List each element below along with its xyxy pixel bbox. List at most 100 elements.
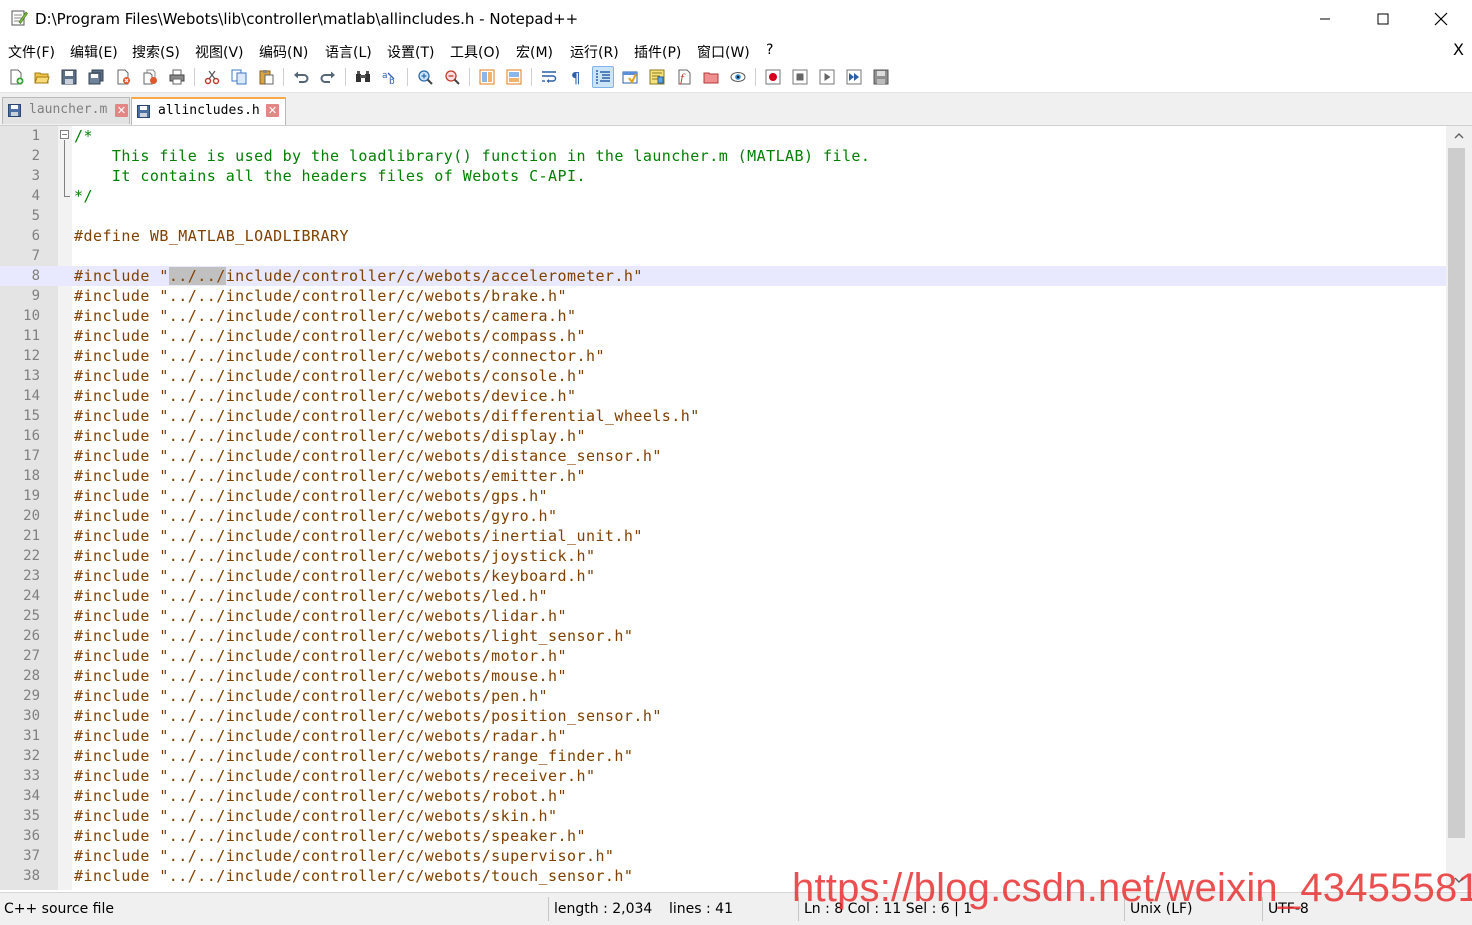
scrollbar-thumb[interactable]	[1448, 148, 1465, 838]
code-line[interactable]: 2 This file is used by the loadlibrary()…	[0, 146, 1446, 166]
undo-button[interactable]	[290, 66, 312, 88]
user-defined-language-button[interactable]	[619, 66, 641, 88]
code-line[interactable]: 9 #include "../../include/controller/c/we…	[0, 286, 1446, 306]
code-line[interactable]: 22 #include "../../include/controller/c/w…	[0, 546, 1446, 566]
function-list-button[interactable]: f	[673, 66, 695, 88]
save-button[interactable]	[58, 66, 80, 88]
folder-as-workspace-button[interactable]	[700, 66, 722, 88]
code-line[interactable]: 11 #include "../../include/controller/c/w…	[0, 326, 1446, 346]
code-line[interactable]: 14 #include "../../include/controller/c/w…	[0, 386, 1446, 406]
code-line[interactable]: 8 #include "../../include/controller/c/we…	[0, 266, 1446, 286]
code-line[interactable]: 24 #include "../../include/controller/c/w…	[0, 586, 1446, 606]
indent-guide-button[interactable]	[592, 66, 614, 88]
code-line[interactable]: 4 */	[0, 186, 1446, 206]
paste-button[interactable]	[255, 66, 277, 88]
code-line[interactable]: 36 #include "../../include/controller/c/w…	[0, 826, 1446, 846]
save-all-button[interactable]	[85, 66, 107, 88]
code-line[interactable]: 16 #include "../../include/controller/c/w…	[0, 426, 1446, 446]
menu-view[interactable]: 视图(V)	[195, 42, 244, 62]
code-editor[interactable]: 1/* 2 This file is used by the loadlibrar…	[0, 126, 1446, 890]
scroll-up-button[interactable]	[1446, 126, 1472, 146]
start-recording-button[interactable]	[762, 66, 784, 88]
word-wrap-button[interactable]	[538, 66, 560, 88]
window-close-button[interactable]	[1412, 0, 1470, 38]
close-button[interactable]	[112, 66, 134, 88]
menu-tools[interactable]: 工具(O)	[450, 42, 500, 62]
save-recorded-macro-button[interactable]	[870, 66, 892, 88]
code-line[interactable]: 1 /*	[0, 126, 1446, 146]
tab-close-icon[interactable]: ✕	[266, 104, 279, 117]
tab-close-icon[interactable]: ✕	[115, 104, 128, 117]
code-line[interactable]: 20 #include "../../include/controller/c/w…	[0, 506, 1446, 526]
code-line[interactable]: 12 #include "../../include/controller/c/w…	[0, 346, 1446, 366]
zoom-in-button[interactable]	[414, 66, 436, 88]
close-document-button[interactable]: X	[1453, 40, 1464, 59]
menu-edit[interactable]: 编辑(E)	[70, 42, 118, 62]
code-line[interactable]: 25 #include "../../include/controller/c/w…	[0, 606, 1446, 626]
menu-window[interactable]: 窗口(W)	[697, 42, 750, 62]
menu-language[interactable]: 语言(L)	[325, 42, 372, 62]
menu-encoding[interactable]: 编码(N)	[259, 42, 308, 62]
show-all-characters-button[interactable]: ¶	[565, 66, 587, 88]
code-line[interactable]: 29 #include "../../include/controller/c/w…	[0, 686, 1446, 706]
cut-button[interactable]	[201, 66, 223, 88]
code-line[interactable]: 6 #define WB_MATLAB_LOADLIBRARY	[0, 226, 1446, 246]
sync-horizontal-icon	[506, 69, 522, 85]
code-line[interactable]: 19 #include "../../include/controller/c/w…	[0, 486, 1446, 506]
code-line[interactable]: 32 #include "../../include/controller/c/w…	[0, 746, 1446, 766]
zoom-out-button[interactable]	[441, 66, 463, 88]
code-line[interactable]: 13 #include "../../include/controller/c/w…	[0, 366, 1446, 386]
menu-run[interactable]: 运行(R)	[570, 42, 619, 62]
code-line[interactable]: 18 #include "../../include/controller/c/w…	[0, 466, 1446, 486]
code-line[interactable]: 5	[0, 206, 1446, 226]
line-number: 16	[23, 428, 40, 444]
vertical-scrollbar[interactable]	[1446, 126, 1472, 890]
line-number: 27	[23, 648, 40, 664]
open-file-button[interactable]	[31, 66, 53, 88]
menu-search[interactable]: 搜索(S)	[132, 42, 180, 62]
menu-plugins[interactable]: 插件(P)	[634, 42, 681, 62]
stop-recording-button[interactable]	[789, 66, 811, 88]
code-line[interactable]: 35 #include "../../include/controller/c/w…	[0, 806, 1446, 826]
close-all-button[interactable]	[139, 66, 161, 88]
code-line[interactable]: 10 #include "../../include/controller/c/w…	[0, 306, 1446, 326]
svg-text:a: a	[382, 71, 388, 81]
fold-toggle-icon[interactable]	[60, 130, 69, 139]
menu-settings[interactable]: 设置(T)	[387, 42, 434, 62]
preprocessor-token: #include "../../include/controller/c/web…	[74, 407, 700, 425]
document-map-button[interactable]	[646, 66, 668, 88]
code-line[interactable]: 15 #include "../../include/controller/c/w…	[0, 406, 1446, 426]
code-line[interactable]: 34 #include "../../include/controller/c/w…	[0, 786, 1446, 806]
code-line[interactable]: 21 #include "../../include/controller/c/w…	[0, 526, 1446, 546]
code-line[interactable]: 30 #include "../../include/controller/c/w…	[0, 706, 1446, 726]
code-line[interactable]: 17 #include "../../include/controller/c/w…	[0, 446, 1446, 466]
code-line[interactable]: 26 #include "../../include/controller/c/w…	[0, 626, 1446, 646]
line-number: 29	[23, 688, 40, 704]
code-line[interactable]: 33 #include "../../include/controller/c/w…	[0, 766, 1446, 786]
playback-button[interactable]	[816, 66, 838, 88]
copy-button[interactable]	[228, 66, 250, 88]
code-line[interactable]: 7	[0, 246, 1446, 266]
code-line[interactable]: 28 #include "../../include/controller/c/w…	[0, 666, 1446, 686]
code-line[interactable]: 27 #include "../../include/controller/c/w…	[0, 646, 1446, 666]
new-file-button[interactable]	[5, 66, 27, 88]
menu-macro[interactable]: 宏(M)	[516, 42, 553, 62]
tab-allincludes-h[interactable]: allincludes.h ✕	[131, 97, 286, 125]
sync-horizontal-scroll-button[interactable]	[503, 66, 525, 88]
menu-help[interactable]: ?	[766, 42, 773, 58]
menu-file[interactable]: 文件(F)	[8, 42, 55, 62]
tab-launcher-m[interactable]: launcher.m ✕	[2, 97, 130, 124]
code-line[interactable]: 23 #include "../../include/controller/c/w…	[0, 566, 1446, 586]
code-line[interactable]: 31 #include "../../include/controller/c/w…	[0, 726, 1446, 746]
replace-button[interactable]: ab	[379, 66, 401, 88]
code-line[interactable]: 3 It contains all the headers files of W…	[0, 166, 1446, 186]
code-line[interactable]: 37 #include "../../include/controller/c/w…	[0, 846, 1446, 866]
redo-button[interactable]	[317, 66, 339, 88]
sync-vertical-scroll-button[interactable]	[476, 66, 498, 88]
monitoring-button[interactable]	[727, 66, 749, 88]
print-button[interactable]	[166, 66, 188, 88]
find-button[interactable]	[352, 66, 374, 88]
minimize-button[interactable]	[1296, 0, 1354, 38]
run-macro-multiple-times-button[interactable]	[843, 66, 865, 88]
maximize-button[interactable]	[1354, 0, 1412, 38]
